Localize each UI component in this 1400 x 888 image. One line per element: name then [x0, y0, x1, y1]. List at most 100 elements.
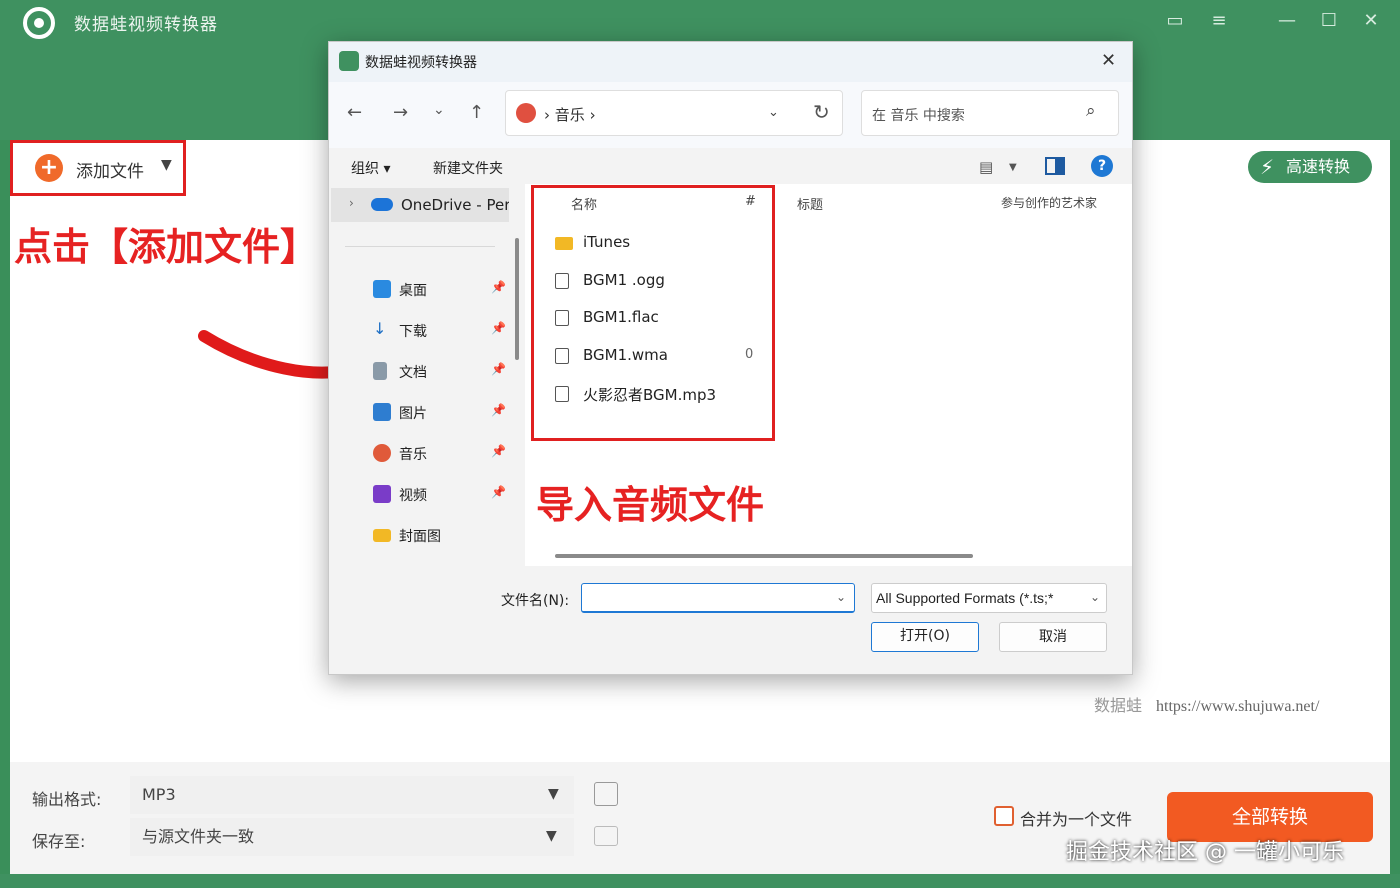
pin-icon: 📌 — [491, 280, 506, 294]
sidebar-item-videos[interactable]: 视频 📌 — [373, 483, 513, 509]
music-icon — [516, 103, 536, 123]
forward-arrow-icon[interactable]: → — [393, 102, 408, 123]
chevron-right-icon[interactable]: › — [349, 196, 354, 210]
cancel-button[interactable]: 取消 — [999, 622, 1107, 652]
sidebar-item-onedrive[interactable]: › OneDrive - Per — [331, 188, 509, 222]
download-icon: ↓ — [373, 319, 387, 338]
merge-checkbox[interactable] — [994, 806, 1014, 826]
chevron-down-icon[interactable]: ▼ — [1009, 162, 1017, 173]
sidebar-item-label: 下载 — [399, 324, 427, 340]
credit-watermark: 掘金技术社区 @ 一罐小可乐 — [1066, 840, 1344, 865]
save-to-label: 保存至: — [32, 832, 86, 851]
output-format-select[interactable]: MP3 — [130, 776, 574, 814]
view-options-icon[interactable]: ▤ — [979, 158, 993, 176]
high-speed-label: 高速转换 — [1286, 157, 1351, 176]
sidebar-item-documents[interactable]: 文档 📌 — [373, 360, 513, 386]
app-logo-icon — [339, 51, 359, 71]
music-icon — [373, 444, 391, 462]
app-title: 数据蛙视频转换器 — [74, 15, 218, 35]
open-button[interactable]: 打开(O) — [871, 622, 979, 652]
new-folder-button[interactable]: 新建文件夹 — [433, 158, 503, 178]
annotation-click-add-file: 点击【添加文件】 — [10, 214, 323, 273]
watermark-brand: 数据蛙 — [1094, 698, 1143, 715]
watermark-url: https://www.shujuwa.net/ — [1156, 698, 1320, 715]
folder-icon — [373, 529, 391, 542]
back-arrow-icon[interactable]: ← — [347, 102, 362, 123]
chevron-down-icon[interactable]: ⌄ — [836, 590, 846, 604]
save-to-select[interactable]: 与源文件夹一致 — [130, 818, 574, 856]
column-header-artist[interactable]: 参与创作的艺术家 — [1001, 194, 1097, 211]
chat-icon[interactable]: ▭ — [1162, 8, 1188, 34]
horizontal-scrollbar[interactable] — [555, 554, 973, 558]
chevron-down-icon[interactable]: ▼ — [546, 828, 557, 844]
video-icon — [373, 485, 391, 503]
search-box[interactable]: 在 音乐 中搜索 ⌕ — [861, 90, 1119, 136]
window-bottom-edge — [0, 874, 1400, 888]
watermark: 数据蛙 https://www.shujuwa.net/ — [1094, 692, 1319, 716]
breadcrumb-sep: › — [589, 106, 596, 124]
document-icon — [373, 362, 387, 380]
dialog-titlebar: 数据蛙视频转换器 ✕ — [329, 42, 1132, 82]
file-type-value: All Supported Formats (*.ts;* — [876, 590, 1054, 606]
up-arrow-icon[interactable]: ↑ — [469, 102, 484, 123]
chevron-down-icon[interactable]: ▼ — [161, 157, 172, 173]
add-file-label: 添加文件 — [76, 162, 144, 182]
cloud-icon — [371, 198, 393, 211]
file-type-select[interactable]: All Supported Formats (*.ts;* ⌄ — [871, 583, 1107, 613]
minimize-button[interactable]: — — [1274, 8, 1300, 34]
search-placeholder: 在 音乐 中搜索 — [872, 108, 965, 124]
breadcrumb-music[interactable]: 音乐 — [555, 106, 585, 124]
sidebar-item-label: 桌面 — [399, 283, 427, 299]
sidebar-item-desktop[interactable]: 桌面 📌 — [373, 278, 513, 304]
merge-label: 合并为一个文件 — [1020, 810, 1133, 829]
refresh-icon[interactable]: ↻ — [813, 100, 830, 124]
plus-icon: + — [35, 154, 63, 182]
breadcrumb[interactable]: › 音乐 › — [544, 104, 596, 125]
pin-icon: 📌 — [491, 485, 506, 499]
organize-menu[interactable]: 组织 ▾ — [351, 158, 390, 178]
column-header-title[interactable]: 标题 — [797, 194, 823, 213]
sidebar-item-label: 文档 — [399, 365, 427, 381]
close-button[interactable]: ✕ — [1358, 8, 1384, 34]
sidebar-item-music[interactable]: 音乐 📌 — [373, 442, 513, 468]
chevron-down-icon[interactable]: ▼ — [548, 786, 559, 802]
recent-locations-icon[interactable]: ⌄ — [433, 102, 445, 118]
dialog-title: 数据蛙视频转换器 — [365, 55, 477, 71]
search-icon[interactable]: ⌕ — [1086, 101, 1096, 121]
nav-scrollbar[interactable] — [515, 238, 519, 360]
format-settings-icon[interactable] — [594, 782, 618, 806]
high-speed-button[interactable]: ⚡ 高速转换 — [1248, 151, 1372, 183]
dialog-close-icon[interactable]: ✕ — [1101, 50, 1116, 71]
pin-icon: 📌 — [491, 321, 506, 335]
preview-pane-icon[interactable] — [1045, 157, 1065, 175]
folder-open-icon[interactable] — [594, 826, 618, 846]
breadcrumb-sep: › — [544, 106, 550, 124]
chevron-down-icon[interactable]: ⌄ — [768, 105, 779, 120]
sidebar-item-label: 封面图 — [399, 529, 441, 545]
address-bar[interactable]: › 音乐 › ⌄ ↻ — [505, 90, 843, 136]
menu-icon[interactable]: ≡ — [1206, 8, 1232, 34]
app-logo-icon — [23, 7, 55, 39]
filename-label: 文件名(N): — [501, 593, 570, 609]
pin-icon: 📌 — [491, 444, 506, 458]
filename-input[interactable]: ⌄ — [581, 583, 855, 613]
pin-icon: 📌 — [491, 362, 506, 376]
sidebar-item-label: 视频 — [399, 488, 427, 504]
annotation-import-audio: 导入音频文件 — [536, 483, 765, 527]
output-format-label: 输出格式: — [32, 790, 102, 809]
sidebar-item-label: 音乐 — [399, 447, 427, 463]
desktop-icon — [373, 280, 391, 298]
annotation-highlight-box — [531, 185, 775, 441]
add-file-button[interactable]: + 添加文件 ▼ — [10, 140, 186, 196]
chevron-down-icon[interactable]: ⌄ — [1090, 590, 1100, 604]
lightning-icon: ⚡ — [1260, 155, 1275, 179]
sidebar-item-label: 图片 — [399, 406, 427, 422]
maximize-button[interactable]: ☐ — [1316, 8, 1342, 34]
help-icon[interactable]: ? — [1091, 155, 1113, 177]
sidebar-item-pictures[interactable]: 图片 📌 — [373, 401, 513, 427]
open-file-dialog: 数据蛙视频转换器 ✕ ← → ⌄ ↑ › 音乐 › ⌄ ↻ 在 音乐 中搜索 ⌕… — [328, 41, 1133, 675]
sidebar-item-downloads[interactable]: ↓ 下载 📌 — [373, 319, 513, 345]
pin-icon: 📌 — [491, 403, 506, 417]
nav-divider — [345, 246, 495, 247]
sidebar-item-cover-images[interactable]: 封面图 — [373, 524, 513, 550]
